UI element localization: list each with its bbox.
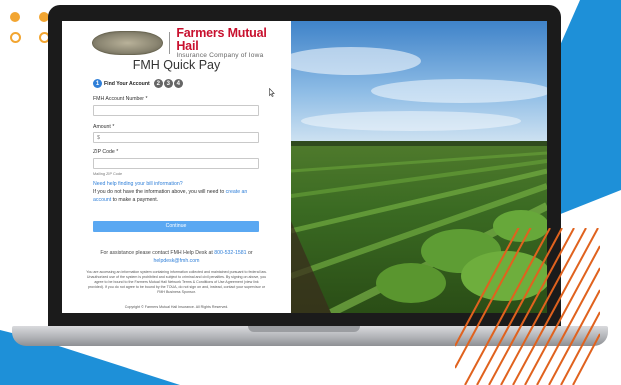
page-title: FMH Quick Pay bbox=[132, 58, 221, 72]
help-desk-phone-link[interactable]: 800-532-1581 bbox=[214, 250, 246, 256]
copyright-text: Copyright © Farmers Mutual Hail Insuranc… bbox=[124, 305, 229, 309]
step-indicator: 1 Find Your Account 2 3 4 bbox=[93, 79, 183, 88]
legal-notice: You are accessing an information system … bbox=[86, 270, 267, 295]
step-1-label: Find Your Account bbox=[104, 80, 150, 87]
laptop-notch bbox=[248, 326, 360, 332]
help-text-after: to make a payment. bbox=[111, 196, 159, 203]
company-logo[interactable]: Farmers Mutual Hail Insurance Company of… bbox=[92, 27, 291, 60]
currency-symbol: $ bbox=[97, 135, 101, 141]
decorative-hatch bbox=[455, 228, 600, 385]
assist-text-before: For assistance please contact FMH Help D… bbox=[100, 250, 215, 256]
logo-divider bbox=[169, 32, 171, 55]
assistance-text: For assistance please contact FMH Help D… bbox=[82, 249, 271, 265]
step-3-icon: 3 bbox=[163, 79, 173, 88]
continue-button[interactable]: Continue bbox=[93, 221, 259, 232]
decoration-ring bbox=[10, 32, 21, 43]
account-number-label: FMH Account Number * bbox=[93, 96, 148, 102]
help-desk-email-link[interactable]: helpdesk@fmh.com bbox=[154, 258, 200, 264]
zip-code-input[interactable] bbox=[93, 158, 259, 169]
step-2-icon: 2 bbox=[153, 79, 163, 88]
brand-name: Farmers Mutual Hail bbox=[176, 26, 267, 53]
help-text-before: If you do not have the information above… bbox=[93, 189, 226, 195]
quick-pay-panel: Farmers Mutual Hail Insurance Company of… bbox=[62, 21, 291, 313]
assist-text-mid: or bbox=[246, 250, 253, 256]
account-help-text: If you do not have the information above… bbox=[93, 189, 263, 204]
step-1-icon: 1 bbox=[93, 79, 102, 88]
amount-label: Amount * bbox=[93, 124, 115, 130]
logo-emblem-icon bbox=[92, 31, 164, 56]
mouse-cursor-icon bbox=[269, 88, 275, 97]
zip-code-label: ZIP Code * bbox=[93, 149, 119, 155]
step-4-icon: 4 bbox=[173, 79, 183, 88]
bill-help-link[interactable]: Need help finding your bill information? bbox=[93, 181, 183, 187]
account-number-input[interactable] bbox=[93, 105, 259, 116]
amount-input[interactable]: $ bbox=[93, 132, 259, 143]
zip-code-hint: Mailing ZIP Code bbox=[93, 172, 123, 176]
decoration-dot bbox=[10, 12, 20, 22]
